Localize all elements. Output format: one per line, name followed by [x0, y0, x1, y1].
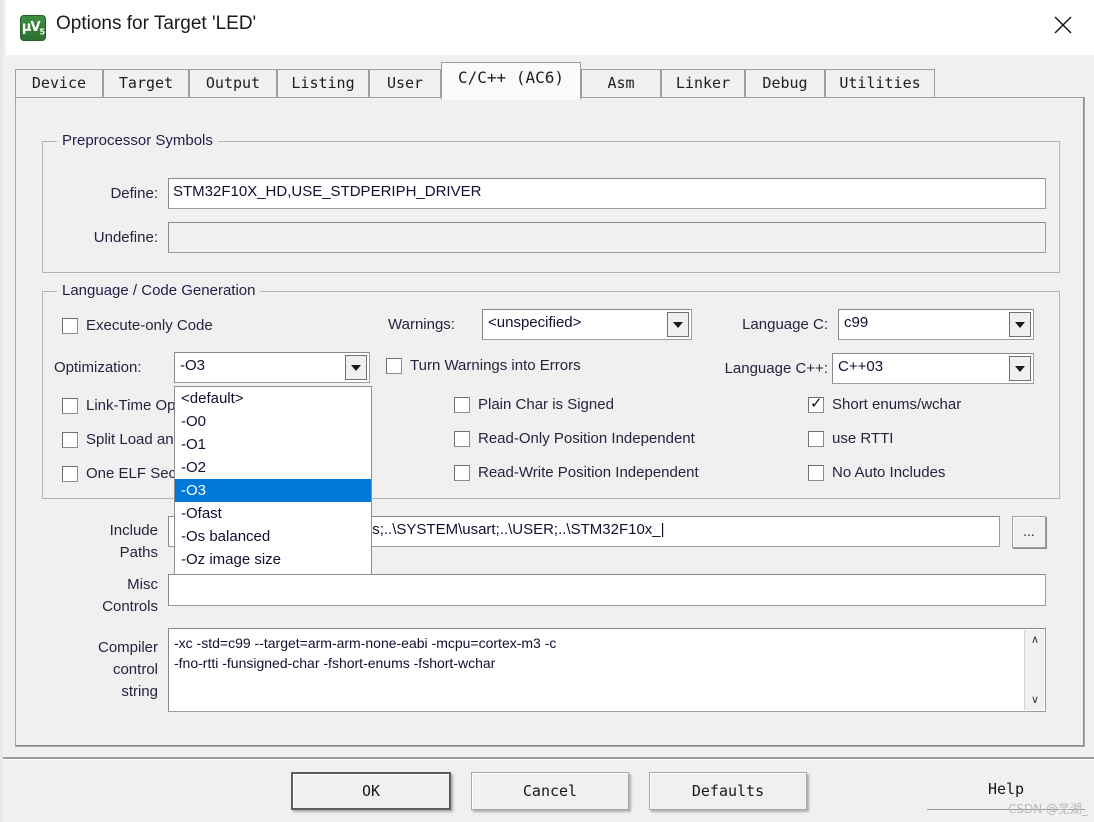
chevron-down-icon[interactable]: [1009, 356, 1031, 381]
language-c-combo[interactable]: c99: [838, 309, 1034, 340]
tab-utilities[interactable]: Utilities: [825, 69, 935, 98]
checkbox-link-time-optimization-box: [62, 398, 78, 414]
checkbox-use-rtti-label: use RTTI: [832, 430, 894, 447]
preprocessor-symbols-legend: Preprocessor Symbols: [57, 132, 218, 149]
warnings-label: Warnings:: [388, 316, 455, 333]
tab-listing[interactable]: Listing: [277, 69, 369, 98]
optimization-option-o3[interactable]: -O3: [175, 479, 371, 502]
cancel-button[interactable]: Cancel: [471, 772, 629, 810]
checkbox-read-only-position-independent-label: Read-Only Position Independent: [478, 430, 695, 447]
checkbox-short-enums-wchar-box: ✓: [808, 394, 824, 413]
uvision-icon: µV5: [20, 15, 46, 41]
checkbox-use-rtti-box: [808, 431, 824, 447]
checkbox-no-auto-includes-box: [808, 465, 824, 481]
optimization-dropdown-list[interactable]: <default> -O0 -O1 -O2 -O3 -Ofast -Os bal…: [174, 386, 372, 575]
checkbox-plain-char-is-signed-box: [454, 397, 470, 413]
compiler-control-label-line1: Compiler: [97, 639, 158, 656]
page-title: Options for Target 'LED': [56, 13, 257, 34]
warnings-combo-value: <unspecified>: [488, 314, 582, 331]
language-cpp-combo-value: C++03: [838, 358, 884, 375]
language-cpp-combo[interactable]: C++03: [832, 353, 1034, 384]
checkbox-plain-char-is-signed-label: Plain Char is Signed: [478, 396, 614, 413]
ok-button[interactable]: OK: [291, 772, 451, 810]
bottom-separator: [3, 757, 1094, 760]
tab-target[interactable]: Target: [103, 69, 189, 98]
chevron-down-icon[interactable]: [345, 355, 367, 380]
tab-debug[interactable]: Debug: [745, 69, 825, 98]
tab-panel-c-cpp: Preprocessor Symbols Define: STM32F10X_H…: [15, 97, 1085, 747]
language-c-label: Language C:: [742, 316, 828, 333]
include-paths-label-line1: Include: [109, 522, 158, 539]
misc-controls-label-line1: Misc: [127, 576, 158, 593]
include-paths-browse-button[interactable]: ...: [1012, 516, 1046, 548]
checkbox-turn-warnings-into-errors-box: [386, 358, 402, 374]
language-c-combo-value: c99: [844, 314, 869, 331]
language-code-generation-legend: Language / Code Generation: [57, 282, 261, 299]
checkbox-read-write-position-independent-label: Read-Write Position Independent: [478, 464, 699, 481]
optimization-combo[interactable]: -O3: [174, 352, 370, 383]
tab-linker[interactable]: Linker: [661, 69, 745, 98]
optimization-option-o0[interactable]: -O0: [175, 410, 371, 433]
misc-controls-input[interactable]: [168, 574, 1046, 606]
chevron-down-icon[interactable]: [1009, 312, 1031, 337]
checkbox-split-load-and-store-multiple-box: [62, 432, 78, 448]
optimization-option-oz-imagesize[interactable]: -Oz image size: [175, 548, 371, 571]
compiler-control-scrollbar[interactable]: ∧ ∨: [1024, 630, 1044, 710]
watermark: CSDN @芜湖_: [1007, 802, 1088, 816]
optimization-option-ofast[interactable]: -Ofast: [175, 502, 371, 525]
optimization-option-default[interactable]: <default>: [175, 387, 371, 410]
optimization-option-os-balanced[interactable]: -Os balanced: [175, 525, 371, 548]
misc-controls-label-line2: Controls: [102, 598, 158, 615]
compiler-control-label-line2: control: [112, 661, 158, 678]
language-cpp-label: Language C++:: [724, 360, 828, 377]
close-icon[interactable]: [1032, 0, 1094, 48]
compiler-control-label-line3: string: [121, 683, 158, 700]
check-icon: ✓: [810, 394, 823, 412]
undefine-label: Undefine:: [93, 229, 158, 246]
undefine-input[interactable]: [168, 222, 1046, 253]
checkbox-read-write-position-independent-box: [454, 465, 470, 481]
options-dialog: µV5 Options for Target 'LED' Device Targ…: [0, 0, 1094, 822]
scroll-down-icon[interactable]: ∨: [1025, 691, 1045, 709]
title-bar: µV5 Options for Target 'LED': [6, 0, 1094, 55]
chevron-down-icon[interactable]: [667, 312, 689, 337]
checkbox-turn-warnings-into-errors-label: Turn Warnings into Errors: [410, 357, 581, 374]
warnings-combo[interactable]: <unspecified>: [482, 309, 692, 340]
scroll-up-icon[interactable]: ∧: [1025, 631, 1045, 649]
defaults-button[interactable]: Defaults: [649, 772, 807, 810]
define-input[interactable]: STM32F10X_HD,USE_STDPERIPH_DRIVER: [168, 178, 1046, 209]
define-label: Define:: [110, 185, 158, 202]
tab-asm[interactable]: Asm: [581, 69, 661, 98]
optimization-label: Optimization:: [54, 359, 142, 376]
optimization-option-o1[interactable]: -O1: [175, 433, 371, 456]
checkbox-read-only-position-independent-box: [454, 431, 470, 447]
optimization-combo-value: -O3: [180, 357, 206, 374]
tab-user[interactable]: User: [369, 69, 441, 98]
tab-c-cpp-ac6[interactable]: C/C++ (AC6): [441, 62, 581, 100]
checkbox-execute-only-code-box: [62, 318, 78, 334]
optimization-option-o2[interactable]: -O2: [175, 456, 371, 479]
compiler-control-line-2: -fno-rtti -funsigned-char -fshort-enums …: [174, 655, 496, 671]
checkbox-no-auto-includes-label: No Auto Includes: [832, 464, 946, 481]
include-paths-label-line2: Paths: [119, 544, 158, 561]
tab-device[interactable]: Device: [15, 69, 103, 98]
tab-output[interactable]: Output: [189, 69, 277, 98]
checkbox-short-enums-wchar-label: Short enums/wchar: [832, 396, 962, 413]
checkbox-one-elf-section-per-function-box: [62, 466, 78, 482]
compiler-control-line-1: -xc -std=c99 --target=arm-arm-none-eabi …: [174, 635, 557, 651]
compiler-control-string-textarea[interactable]: -xc -std=c99 --target=arm-arm-none-eabi …: [168, 628, 1046, 712]
uvision-icon-glyph: µV5: [21, 20, 45, 37]
checkbox-execute-only-code-label: Execute-only Code: [86, 317, 213, 334]
